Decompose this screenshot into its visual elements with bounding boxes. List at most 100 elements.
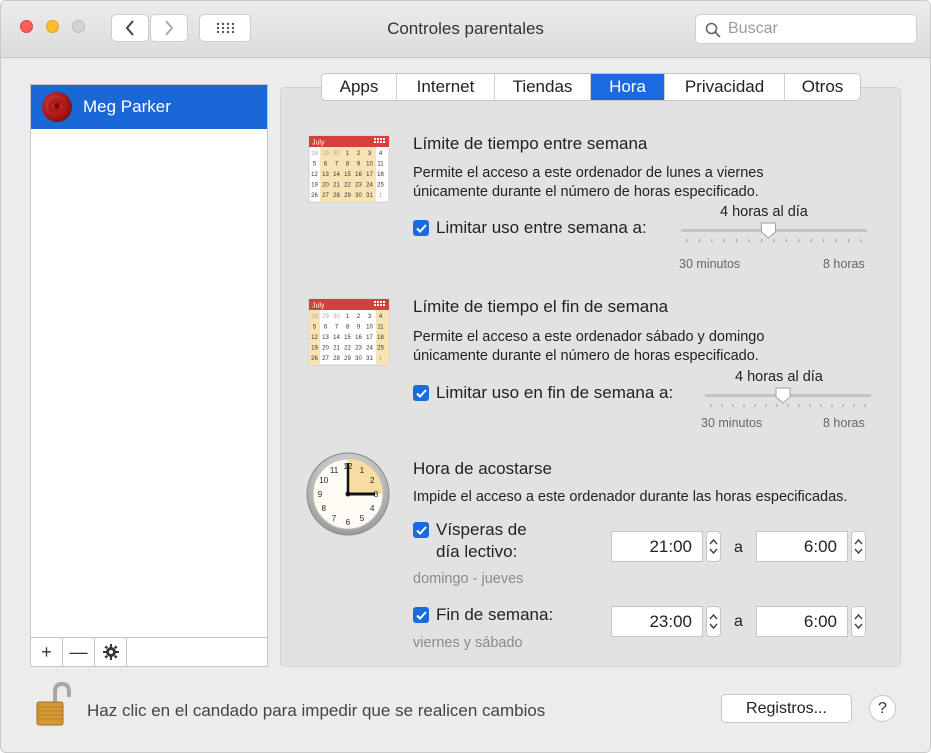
weekend-to-field[interactable]: 6:00 <box>756 606 848 637</box>
clock-number: 10 <box>319 476 328 485</box>
calendar-day: 28 <box>333 193 340 199</box>
school-nights-label-line2: día lectivo: <box>436 542 518 561</box>
window: Controles parentales Buscar Meg Parker +… <box>0 0 931 753</box>
school-nights-checkbox[interactable]: Vísperas de <box>413 520 527 540</box>
logs-button[interactable]: Registros... <box>721 694 852 723</box>
user-row-meg-parker[interactable]: Meg Parker <box>31 85 267 129</box>
calendar-day: 25 <box>377 346 384 352</box>
calendar-day: 29 <box>344 193 351 199</box>
calendar-day: 18 <box>377 335 384 341</box>
tab-tiendas[interactable]: Tiendas <box>495 74 591 100</box>
clock-number: 1 <box>360 466 365 475</box>
school-nights-to-separator: a <box>734 539 743 556</box>
weekend-from-field[interactable]: 23:00 <box>611 606 703 637</box>
weekday-hours-slider[interactable] <box>677 220 871 246</box>
calendar-day: 30 <box>333 151 340 157</box>
calendar-day: 29 <box>344 356 351 362</box>
clock-number: 8 <box>322 504 327 513</box>
calendar-day: 28 <box>333 356 340 362</box>
weekday-limit-checkbox[interactable]: Limitar uso entre semana a: <box>413 218 647 238</box>
calendar-day: 15 <box>344 172 351 178</box>
action-menu-button[interactable] <box>95 638 127 666</box>
tab-privacidad[interactable]: Privacidad <box>665 74 785 100</box>
checkmark-icon <box>413 522 429 538</box>
bedtime-title: Hora de acostarse <box>413 459 552 478</box>
search-icon <box>705 22 721 38</box>
tab-hora[interactable]: Hora <box>591 74 665 100</box>
add-user-button[interactable]: + <box>31 638 63 666</box>
calendar-month-2: July <box>312 303 325 310</box>
school-nights-from-stepper[interactable] <box>706 531 721 562</box>
calendar-day: 31 <box>366 193 373 199</box>
weekend-description-line1: Permite el acceso a este ordenador sábad… <box>413 329 765 345</box>
tab-otros[interactable]: Otros <box>785 74 860 100</box>
weekend-slider-value: 4 horas al día <box>735 369 823 385</box>
lock-open-icon[interactable] <box>35 681 71 727</box>
calendar-day: 26 <box>311 193 318 199</box>
weekend-to-separator: a <box>734 613 743 630</box>
remove-user-button[interactable]: — <box>63 638 95 666</box>
calendar-day: 30 <box>355 193 362 199</box>
calendar-day: 23 <box>355 346 362 352</box>
calendar-day: 19 <box>311 183 318 189</box>
weekend-from-stepper[interactable] <box>706 606 721 637</box>
calendar-day: 17 <box>366 172 373 178</box>
slider-knob <box>760 222 776 239</box>
weekday-slider-value: 4 horas al día <box>720 204 808 220</box>
school-nights-to-stepper[interactable] <box>851 531 866 562</box>
weekend-hours-slider[interactable] <box>701 385 875 411</box>
calendar-day: 14 <box>333 172 340 178</box>
weekday-slider-min: 30 minutos <box>679 257 741 271</box>
calendar-day: 30 <box>355 356 362 362</box>
calendar-day: 18 <box>377 172 384 178</box>
clock-number: 5 <box>360 514 365 523</box>
weekend-bedtime-label: Fin de semana: <box>436 605 554 624</box>
stepper-arrows-icon <box>854 613 863 630</box>
weekday-slider-max: 8 horas <box>823 257 865 271</box>
calendar-day: 11 <box>377 325 384 331</box>
calendar-weekend-icon: July 28 29 30 1 2 3 45 6 7 8 9 10 1112 13 14 15 16 17 1819… <box>308 298 390 366</box>
calendar-day: 10 <box>366 162 373 168</box>
clock-icon: 121234567891011 <box>306 452 390 536</box>
weekday-title: Límite de tiempo entre semana <box>413 134 648 153</box>
calendar-day: 24 <box>366 346 373 352</box>
calendar-day: 27 <box>322 356 329 362</box>
calendar-icon: July 28 29 30 1 2 3 45 6 7 8 9 10 1112 13 14 15 16 17 1819… <box>308 135 390 203</box>
tab-apps[interactable]: Apps <box>322 74 397 100</box>
calendar-day: 24 <box>366 183 373 189</box>
calendar-day: 10 <box>366 325 373 331</box>
user-list: Meg Parker + — <box>30 84 268 667</box>
clock-number: 6 <box>346 518 351 527</box>
calendar-day: 29 <box>322 151 329 157</box>
clock-number: 2 <box>370 476 375 485</box>
weekend-to-stepper[interactable] <box>851 606 866 637</box>
calendar-day: 20 <box>322 183 329 189</box>
calendar-day: 11 <box>377 162 384 168</box>
school-nights-to-field[interactable]: 6:00 <box>756 531 848 562</box>
weekend-slider-min: 30 minutos <box>701 416 763 430</box>
calendar-day: 23 <box>355 183 362 189</box>
calendar-day: 20 <box>322 346 329 352</box>
calendar-day: 13 <box>322 335 329 341</box>
search-placeholder: Buscar <box>728 20 778 37</box>
lock-message: Haz clic en el candado para impedir que … <box>87 701 546 720</box>
school-nights-days: domingo - jueves <box>413 571 524 587</box>
calendar-day: 27 <box>322 193 329 199</box>
calendar-day: 12 <box>311 172 318 178</box>
search-field[interactable]: Buscar <box>695 14 917 44</box>
checkmark-icon <box>413 607 429 623</box>
weekend-description-line2: únicamente durante el número de horas es… <box>413 348 759 364</box>
calendar-day: 28 <box>311 314 318 320</box>
list-footer: + — <box>31 637 267 666</box>
bedtime-description: Impide el acceso a este ordenador durant… <box>413 489 848 505</box>
tab-internet[interactable]: Internet <box>397 74 495 100</box>
user-name: Meg Parker <box>83 97 171 116</box>
help-button[interactable]: ? <box>869 695 896 722</box>
calendar-day: 31 <box>366 356 373 362</box>
clock-number: 9 <box>318 490 323 499</box>
checkmark-icon <box>413 220 429 236</box>
weekend-bedtime-checkbox[interactable]: Fin de semana: <box>413 605 553 625</box>
calendar-day: 30 <box>333 314 340 320</box>
weekend-limit-checkbox[interactable]: Limitar uso en fin de semana a: <box>413 383 673 403</box>
school-nights-from-field[interactable]: 21:00 <box>611 531 703 562</box>
